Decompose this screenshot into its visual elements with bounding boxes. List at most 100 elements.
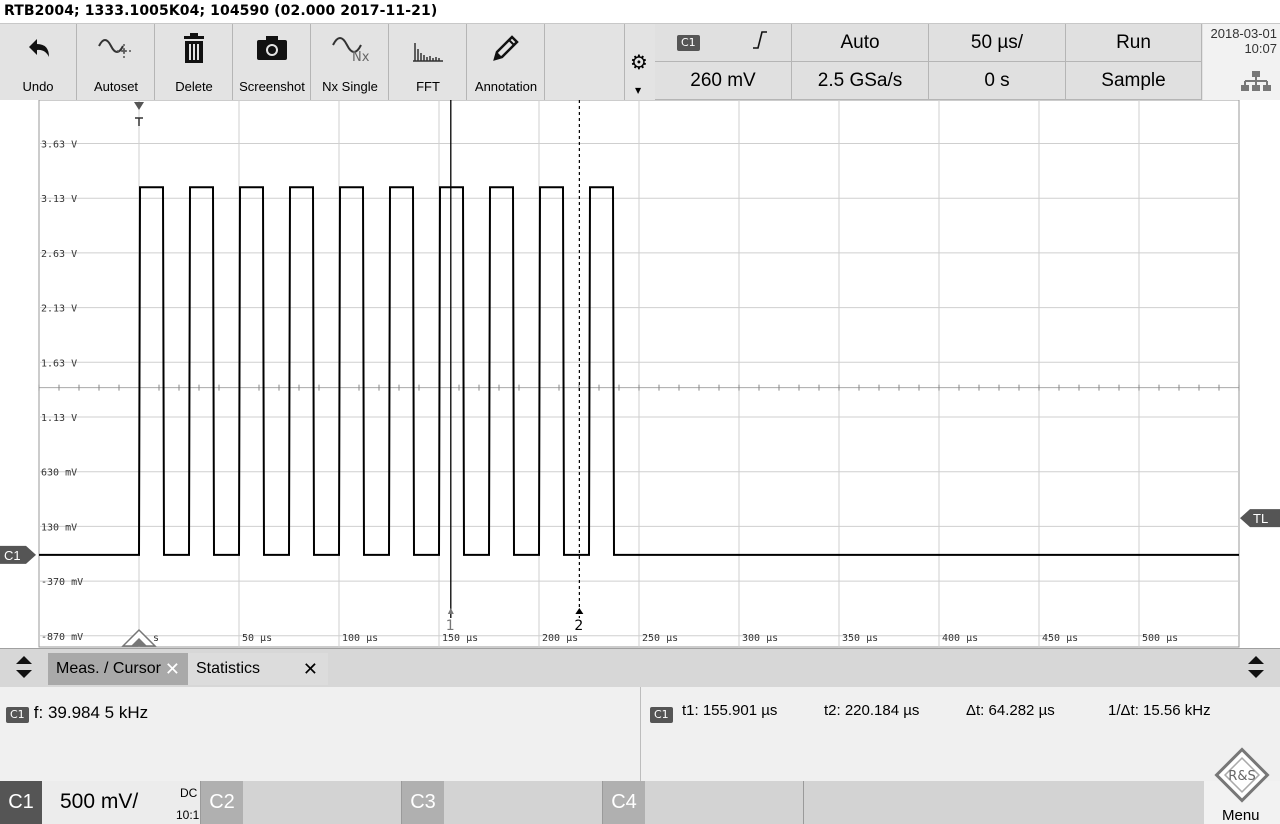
annotation-button[interactable]: Annotation [468,24,545,100]
channel-c1-scale: 500 mV/ [60,790,139,813]
x-tick-label: 450 µs [1042,633,1078,644]
cursor-channel-chip-wrap: C1 [650,703,673,723]
waveform-svg[interactable]: 3.63 V 3.13 V 2.63 V 2.13 V 1.63 V 1.13 V 630 … [0,99,1280,648]
timebase-cell[interactable]: 50 µs/ [929,24,1066,62]
y-tick-label: 2.63 V [41,249,77,260]
trigger-mode-cell[interactable]: Auto [792,24,929,62]
trigger-level-cell[interactable]: 260 mV [655,62,792,100]
x-tick-label: 100 µs [342,633,378,644]
tab-meas-cursor[interactable]: Meas. / Cursor ✕ [48,653,188,685]
window-title: RTB2004; 1333.1005K04; 104590 (02.000 20… [4,3,438,19]
trigger-level-marker-label: TL [1253,511,1268,526]
svg-text:Nx: Nx [352,50,370,65]
trigger-source-cell[interactable]: C1 [655,24,792,62]
datetime-panel: 2018-03-01 10:07 [1203,24,1280,100]
panel-scroll-up-down-icon[interactable] [1246,654,1266,684]
y-tick-label: 1.13 V [41,413,77,424]
close-icon[interactable]: ✕ [303,659,318,680]
sample-rate-cell[interactable]: 2.5 GSa/s [792,62,929,100]
freq-channel-chip: C1 [6,707,29,723]
nx-single-icon: Nx [312,30,388,66]
graticule [38,99,1240,648]
camera-icon [234,30,310,66]
cursor-inverse-delta-t-value: 1/Δt: 15.56 kHz [1108,702,1211,719]
rs-logo: R&S [1212,745,1272,809]
trigger-t-marker [135,117,143,126]
date-text: 2018-03-01 [1210,26,1278,41]
channel-c3[interactable]: C3 [402,781,603,824]
y-tick-label: 3.13 V [41,194,77,205]
run-state-cell[interactable]: Run [1066,24,1202,62]
cursor-1-label: 1 [446,618,455,634]
channel-c1[interactable]: C1 500 mV/ DC 10:1 [0,781,201,824]
close-icon[interactable]: ✕ [165,659,180,680]
undo-icon [0,30,76,66]
screenshot-button[interactable]: Screenshot [234,24,311,100]
panel-divider [640,687,641,781]
x-tick-label: 250 µs [642,633,678,644]
measurement-panel: C1 f: 39.984 5 kHz C1 t1: 155.901 µs t2:… [0,687,1280,781]
nx-single-label: Nx Single [322,79,378,94]
gear-icon: ⚙ [630,50,648,74]
undo-label: Undo [22,79,54,94]
settings-button[interactable]: ⚙ ▼ [624,24,656,100]
delete-button[interactable]: Delete [156,24,233,100]
y-tick-label: 130 mV [41,522,77,533]
channel-c3-label: C3 [402,781,444,824]
annotation-label: Annotation [474,79,538,94]
x-tick-label: 500 µs [1142,633,1178,644]
c1-offset-marker-label: C1 [4,548,21,563]
trash-icon [156,30,232,66]
trigger-channel-chip: C1 [677,34,700,51]
svg-text:R&S: R&S [1228,769,1255,784]
channel-c1-coupling: DC [180,786,198,800]
cursor-2-label: 2 [574,618,583,634]
rising-edge-icon [752,30,768,56]
cursor-1-handle[interactable] [447,608,454,614]
channel-c4[interactable]: C4 [603,781,804,824]
nx-single-button[interactable]: Nx Nx Single [312,24,389,100]
menu-label: Menu [1222,807,1260,824]
cursor-2-handle[interactable] [575,608,584,614]
cursor-t1-value: t1: 155.901 µs [682,702,778,719]
fft-label: FFT [416,79,440,94]
tab-statistics[interactable]: Statistics ✕ [188,653,328,685]
channel-bar: C1 500 mV/ DC 10:1 C2 C3 C4 R&S Menu [0,747,1280,824]
x-tick-label: 200 µs [542,633,578,644]
plot-markers[interactable]: C1 TL [0,102,1280,647]
toolbar: Undo Autoset Delete Screenshot Nx Nx Sin… [0,24,1280,101]
tab-statistics-label: Statistics [196,660,261,677]
screenshot-label: Screenshot [239,79,305,94]
cursor-channel-chip: C1 [650,707,673,723]
network-icon [1241,70,1271,96]
x-tick-label: 350 µs [842,633,878,644]
channel-c2-label: C2 [201,781,243,824]
x-tick-label: 150 µs [442,633,478,644]
channel-c1-label: C1 [0,781,42,824]
tab-scroll-up-down-icon[interactable] [14,654,34,684]
channel-c4-label: C4 [603,781,645,824]
x-axis-labels: s 50 µs 100 µs 150 µs 200 µs 250 µs 300 µs 350 … [153,633,1178,644]
undo-button[interactable]: Undo [0,24,77,100]
autoset-button[interactable]: Autoset [78,24,155,100]
frequency-value: f: 39.984 5 kHz [33,703,149,722]
y-tick-label: -370 mV [41,577,83,588]
menu-button[interactable]: R&S Menu [1204,747,1280,824]
waveform-display[interactable]: 3.63 V 3.13 V 2.63 V 2.13 V 1.63 V 1.13 V 630 … [0,99,1280,648]
title-bar: RTB2004; 1333.1005K04; 104590 (02.000 20… [0,0,1280,24]
y-tick-label: 2.13 V [41,304,77,315]
y-tick-label: 1.63 V [41,358,77,369]
channel-c2[interactable]: C2 [201,781,402,824]
horizontal-offset-cell[interactable]: 0 s [929,62,1066,100]
acquisition-mode-cell[interactable]: Sample [1066,62,1202,100]
cursor-delta-t-value: Δt: 64.282 µs [966,702,1055,719]
frequency-measurement[interactable]: C1 f: 39.984 5 kHz [6,703,148,723]
tab-bar: Meas. / Cursor ✕ Statistics ✕ [0,648,1280,688]
trigger-position-marker[interactable] [134,102,144,110]
tab-meas-cursor-label: Meas. / Cursor [56,660,161,677]
fft-icon [390,30,466,66]
dropdown-arrow-icon: ▼ [635,86,642,95]
pencil-icon [468,30,544,66]
channel-bar-empty [804,781,1204,824]
fft-button[interactable]: FFT [390,24,467,100]
